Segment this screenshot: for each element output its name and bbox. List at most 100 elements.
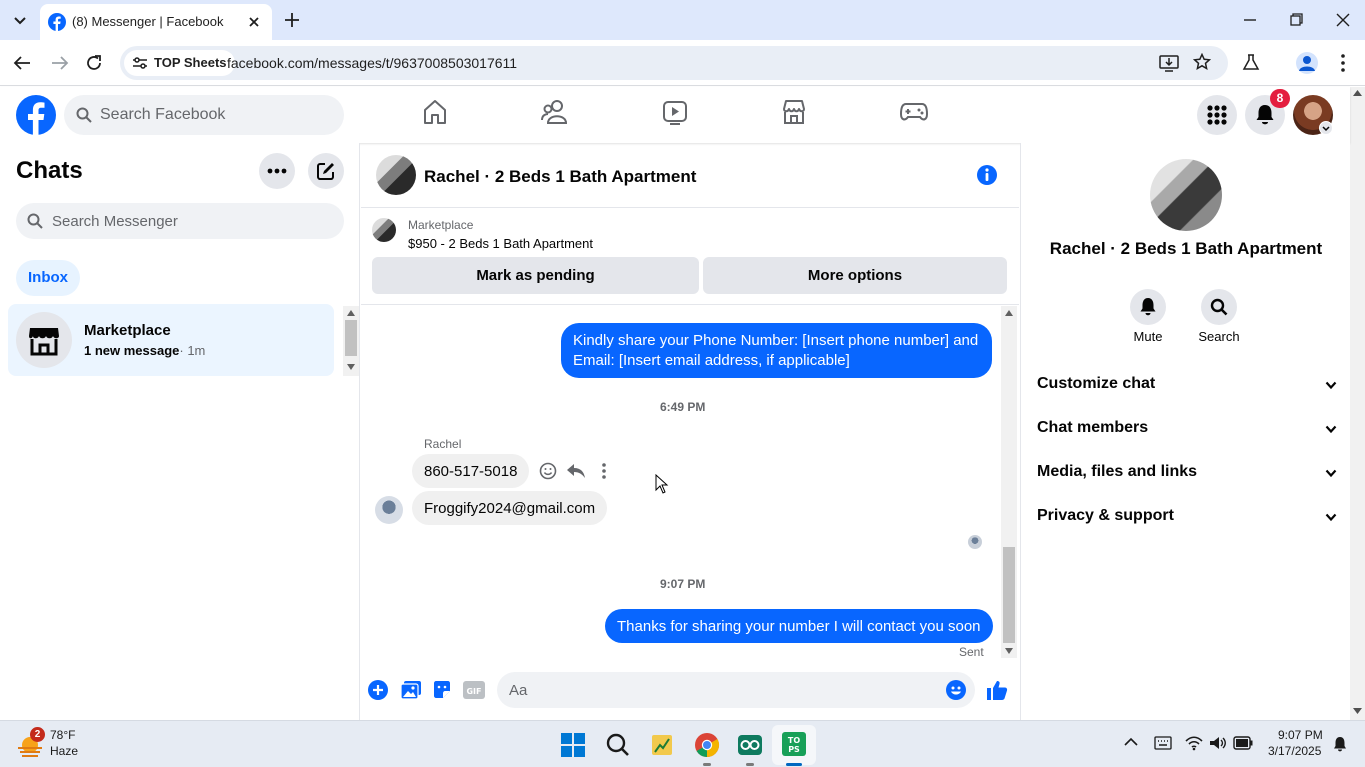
browser-toolbar: TOP Sheets facebook.com/messages/t/96370… <box>0 40 1365 86</box>
windows-start-icon[interactable] <box>561 733 585 757</box>
site-info-chip[interactable]: TOP Sheets <box>124 50 235 76</box>
scroll-up-arrow-icon[interactable] <box>347 310 355 316</box>
tab-title: (8) Messenger | Facebook <box>72 14 224 29</box>
more-options-button[interactable]: More options <box>703 257 1007 294</box>
menu-dots-icon[interactable] <box>1337 53 1349 73</box>
restore-icon[interactable] <box>1288 12 1304 28</box>
back-icon[interactable] <box>12 54 32 72</box>
taskbar-search-icon[interactable] <box>606 733 630 757</box>
conversation-avatar[interactable] <box>376 155 416 195</box>
section-label: Media, files and links <box>1037 463 1198 480</box>
media-files-links-section[interactable]: Media, files and links <box>1037 455 1337 491</box>
sticker-icon[interactable] <box>432 680 452 700</box>
volume-icon[interactable] <box>1209 735 1227 751</box>
chrome-icon[interactable] <box>694 732 720 758</box>
message-outgoing[interactable]: Thanks for sharing your number I will co… <box>605 609 993 643</box>
weather-widget[interactable]: 2 78°F Haze <box>12 727 112 763</box>
clock-date[interactable]: 3/17/2025 <box>1268 744 1321 758</box>
scroll-down-arrow-icon[interactable] <box>1353 708 1362 714</box>
details-avatar[interactable] <box>1150 159 1222 231</box>
mark-as-pending-button[interactable]: Mark as pending <box>372 257 699 294</box>
react-emoji-icon[interactable] <box>539 462 557 480</box>
keyboard-icon[interactable] <box>1154 736 1172 750</box>
wifi-icon[interactable] <box>1185 735 1203 751</box>
reply-icon[interactable] <box>566 462 586 480</box>
battery-icon[interactable] <box>1233 736 1253 750</box>
chat-list-scrollbar[interactable] <box>343 306 359 376</box>
compose-icon <box>317 163 334 180</box>
menu-button[interactable] <box>1197 95 1237 135</box>
url-text: facebook.com/messages/t/9637008503017611 <box>227 55 518 71</box>
chat-members-section[interactable]: Chat members <box>1037 411 1337 447</box>
address-bar[interactable]: TOP Sheets facebook.com/messages/t/96370… <box>120 46 1228 80</box>
gaming-icon[interactable] <box>900 99 928 125</box>
chat-options-button[interactable] <box>259 153 295 189</box>
plus-circle-icon[interactable] <box>368 680 388 700</box>
minimize-icon[interactable] <box>1242 12 1258 28</box>
conversation-title[interactable]: Rachel · 2 Beds 1 Bath Apartment <box>424 167 696 187</box>
message-incoming[interactable]: 860-517-5018 <box>412 454 530 488</box>
tab-list-button[interactable] <box>8 8 32 32</box>
photo-icon[interactable] <box>400 680 422 700</box>
scroll-down-arrow-icon[interactable] <box>347 364 355 370</box>
search-in-conversation-button[interactable] <box>1201 289 1237 325</box>
privacy-support-section[interactable]: Privacy & support <box>1037 499 1337 535</box>
conversation-scrollbar[interactable] <box>1001 306 1017 658</box>
marketplace-avatar <box>16 312 72 368</box>
message-input[interactable]: Aa <box>497 672 975 708</box>
notification-center-icon[interactable] <box>1333 736 1347 752</box>
close-window-icon[interactable] <box>1335 12 1351 28</box>
sender-avatar[interactable] <box>375 496 403 524</box>
message-incoming[interactable]: Froggify2024@gmail.com <box>412 491 608 525</box>
gif-icon[interactable]: GIF <box>463 681 485 699</box>
marketplace-icon[interactable] <box>781 99 807 125</box>
friends-icon[interactable] <box>541 99 569 125</box>
top-sheets-app-icon: TOPS <box>782 732 806 756</box>
messenger-search-input[interactable]: Search Messenger <box>16 203 344 239</box>
forward-icon[interactable] <box>50 54 70 72</box>
chevron-down-icon <box>14 17 26 25</box>
page-scrollbar[interactable] <box>1350 87 1365 720</box>
sheets-app-icon[interactable] <box>650 733 674 757</box>
facebook-logo-icon[interactable] <box>15 94 57 136</box>
new-tab-icon[interactable] <box>283 11 301 29</box>
mute-button[interactable] <box>1130 289 1166 325</box>
conversation-scroll-thumb[interactable] <box>1003 547 1015 643</box>
account-menu-button[interactable] <box>1319 121 1333 135</box>
thumbs-up-icon[interactable] <box>986 679 1008 701</box>
install-app-icon[interactable] <box>1159 54 1179 72</box>
shop-icon <box>29 328 59 356</box>
home-icon[interactable] <box>423 99 447 125</box>
browser-tab[interactable]: (8) Messenger | Facebook <box>40 4 272 40</box>
bookmark-star-icon[interactable] <box>1193 53 1211 71</box>
scroll-up-arrow-icon[interactable] <box>1353 90 1362 96</box>
info-icon[interactable] <box>976 164 998 186</box>
top-sheets-taskbar-button[interactable]: TO PS <box>772 725 816 766</box>
message-more-icon[interactable] <box>599 462 609 480</box>
chat-list-item[interactable]: Marketplace 1 new message· 1m <box>8 304 334 376</box>
chat-list-scroll-thumb[interactable] <box>345 320 357 356</box>
facebook-search-input[interactable]: Search Facebook <box>64 95 344 135</box>
chat-details-panel: Rachel · 2 Beds 1 Bath Apartment Mute Se… <box>1020 143 1350 720</box>
tray-overflow-chevron-icon[interactable] <box>1124 737 1138 747</box>
message-outgoing[interactable]: Kindly share your Phone Number: [Insert … <box>561 323 992 378</box>
scroll-up-arrow-icon[interactable] <box>1005 310 1013 316</box>
new-message-button[interactable] <box>308 153 344 189</box>
clock-time[interactable]: 9:07 PM <box>1278 728 1323 742</box>
chat-preview-text: 1 new message <box>84 343 180 358</box>
customize-chat-section[interactable]: Customize chat <box>1037 367 1337 403</box>
inbox-filter-tab[interactable]: Inbox <box>16 260 80 296</box>
listing-title[interactable]: $950 - 2 Beds 1 Bath Apartment <box>408 236 593 251</box>
weather-desc: Haze <box>50 744 79 758</box>
reload-icon[interactable] <box>84 53 104 73</box>
chevron-down-icon <box>1325 469 1337 478</box>
recorder-app-icon[interactable] <box>737 733 763 757</box>
close-tab-icon[interactable] <box>246 14 262 30</box>
svg-text:TO: TO <box>788 736 800 745</box>
video-icon[interactable] <box>662 99 688 125</box>
emoji-icon[interactable] <box>946 680 966 700</box>
profile-avatar[interactable] <box>1296 52 1318 74</box>
labs-flask-icon[interactable] <box>1242 53 1260 71</box>
search-label: Search <box>1198 329 1240 344</box>
scroll-down-arrow-icon[interactable] <box>1005 648 1013 654</box>
